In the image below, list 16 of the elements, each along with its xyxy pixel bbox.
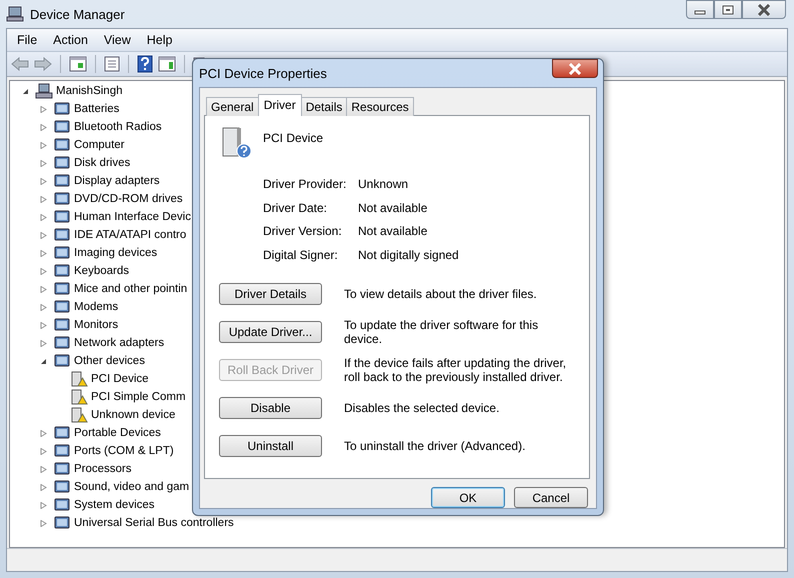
- property-value: Not available: [358, 224, 428, 238]
- property-label: Driver Version:: [263, 224, 343, 238]
- property-value: Unknown: [358, 177, 410, 191]
- property-label: Digital Signer:: [263, 248, 339, 262]
- action-description: To view details about the driver files.: [344, 286, 538, 300]
- property-label: Driver Date:: [263, 200, 328, 214]
- device-name: PCI Device: [263, 131, 324, 145]
- dialog-title: PCI Device Properties: [199, 66, 327, 80]
- property-value: Not available: [358, 200, 428, 214]
- action-description: To uninstall the driver (Advanced).: [344, 438, 526, 452]
- window-title: Device Manager: [30, 6, 125, 22]
- action-description: If the device fails after updating the driver, roll back to the previously installed driver.: [344, 356, 568, 384]
- property-label: Driver Provider:: [263, 177, 348, 191]
- property-value: Not digitally signed: [358, 248, 460, 262]
- action-description: To update the driver software for this device.: [344, 318, 540, 346]
- action-description: Disables the selected device.: [344, 400, 500, 414]
